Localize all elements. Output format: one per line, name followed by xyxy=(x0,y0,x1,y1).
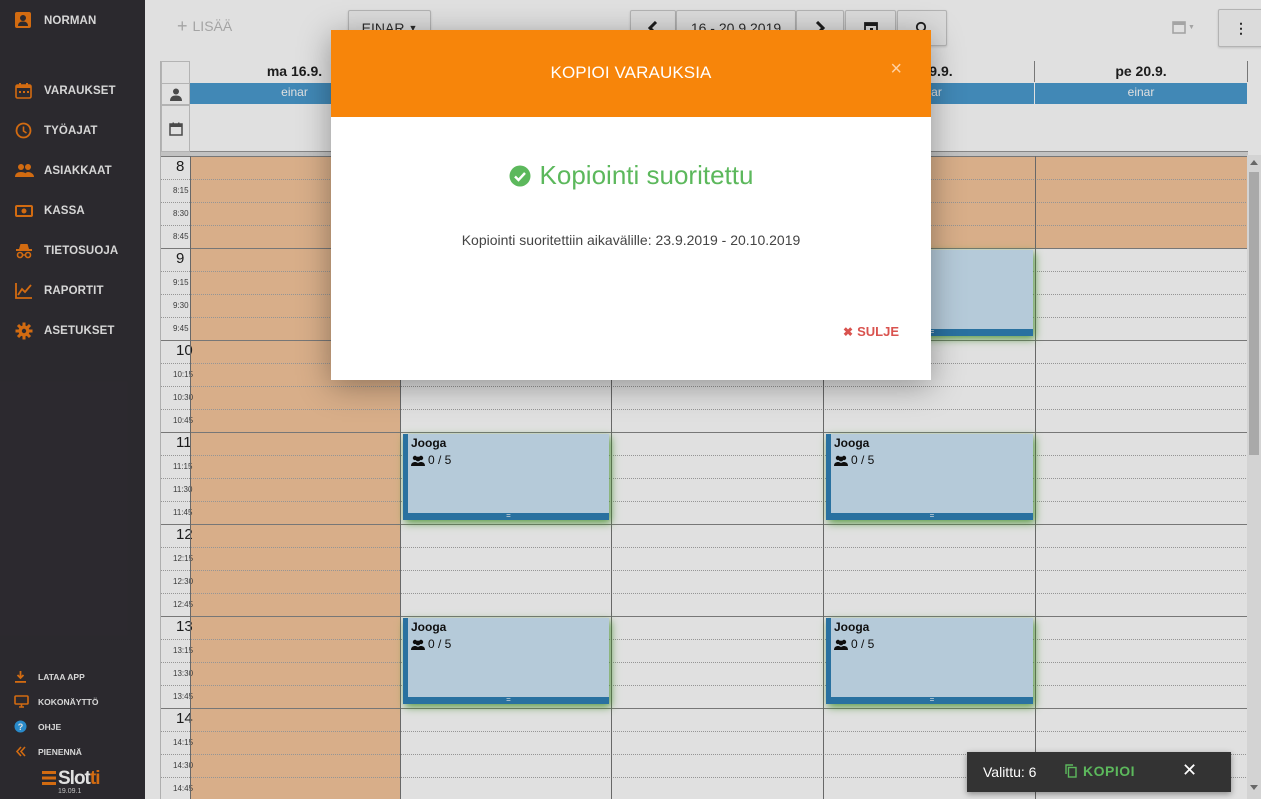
copy-icon xyxy=(1065,764,1077,778)
clear-selection-icon[interactable]: ✕ xyxy=(1182,760,1197,781)
check-circle-icon xyxy=(509,165,531,186)
selection-count: Valittu: 6 xyxy=(983,764,1037,780)
success-message: Kopiointi suoritettiin aikavälille: 23.9… xyxy=(461,232,801,248)
copy-button[interactable]: KOPIOI xyxy=(1065,763,1135,779)
dialog-header: KOPIOI VARAUKSIA × xyxy=(331,30,931,117)
close-icon: ✖ xyxy=(843,324,854,339)
copy-reservations-dialog: KOPIOI VARAUKSIA × Kopiointi suoritettu … xyxy=(331,30,931,380)
close-dialog-button[interactable]: ✖ SULJE xyxy=(843,324,899,339)
selection-bar: Valittu: 6 KOPIOI ✕ xyxy=(967,752,1231,792)
success-heading: Kopiointi suoritettu xyxy=(331,160,931,191)
dialog-title: KOPIOI VARAUKSIA xyxy=(550,63,712,82)
dialog-close-icon[interactable]: × xyxy=(890,58,902,81)
